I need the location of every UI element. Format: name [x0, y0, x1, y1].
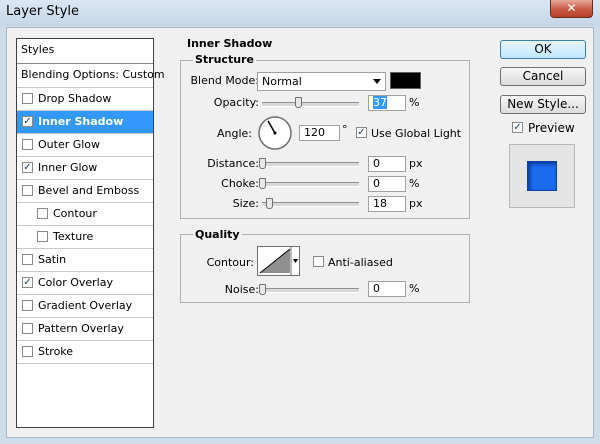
noise-label: Noise:: [224, 283, 259, 296]
blending-options-item[interactable]: Blending Options: Custom: [17, 64, 165, 88]
style-item-label: Inner Glow: [38, 161, 98, 174]
style-item-drop-shadow[interactable]: Drop Shadow: [17, 88, 153, 111]
size-input[interactable]: 18: [368, 196, 406, 212]
close-icon: ✕: [566, 1, 577, 15]
blend-mode-value: Normal: [262, 75, 302, 88]
styles-list: Styles Blending Options: Custom Drop Sha…: [16, 38, 165, 428]
style-item-inner-glow[interactable]: Inner Glow: [17, 157, 153, 180]
shadow-color-swatch[interactable]: [390, 72, 421, 89]
angle-input[interactable]: 120: [299, 125, 340, 141]
style-checkbox-stroke[interactable]: [22, 346, 33, 357]
use-global-light-checkbox[interactable]: [356, 127, 367, 138]
distance-slider-track[interactable]: [262, 162, 359, 167]
distance-input[interactable]: 0: [368, 156, 406, 172]
section-title: Inner Shadow: [187, 37, 273, 50]
style-item-label: Contour: [53, 207, 97, 220]
style-checkbox-pattern-overlay[interactable]: [22, 323, 33, 334]
choke-input[interactable]: 0: [368, 176, 406, 192]
style-item-color-overlay[interactable]: Color Overlay: [17, 272, 153, 295]
styles-list-header[interactable]: Styles: [17, 39, 153, 64]
style-item-label: Stroke: [38, 345, 74, 358]
window-title: Layer Style: [6, 4, 80, 19]
style-item-label: Outer Glow: [38, 138, 101, 151]
distance-label: Distance:: [207, 157, 259, 170]
style-checkbox-gradient-overlay[interactable]: [22, 300, 33, 311]
style-checkbox-contour[interactable]: [37, 208, 48, 219]
distance-unit: px: [409, 157, 423, 170]
choke-slider-track[interactable]: [262, 182, 359, 187]
opacity-label: Opacity:: [213, 96, 259, 109]
noise-input[interactable]: 0: [368, 281, 406, 297]
style-item-texture[interactable]: Texture: [17, 226, 153, 249]
new-style-button[interactable]: New Style...: [500, 95, 586, 114]
style-item-inner-shadow[interactable]: Inner Shadow: [17, 111, 153, 134]
window-frame: [594, 26, 600, 444]
blend-mode-dropdown[interactable]: Normal: [257, 72, 386, 91]
style-item-label: Gradient Overlay: [38, 299, 133, 312]
style-item-bevel-and-emboss[interactable]: Bevel and Emboss: [17, 180, 153, 203]
style-item-gradient-overlay[interactable]: Gradient Overlay: [17, 295, 153, 318]
preview-swatch: [527, 161, 557, 191]
degree-symbol: °: [342, 123, 348, 136]
blend-mode-label: Blend Mode:: [190, 74, 260, 87]
noise-unit: %: [409, 282, 420, 295]
contour-picker[interactable]: [257, 246, 300, 276]
style-checkbox-color-overlay[interactable]: [22, 277, 33, 288]
opacity-slider-track[interactable]: [262, 102, 359, 107]
style-item-outer-glow[interactable]: Outer Glow: [17, 134, 153, 157]
angle-dial[interactable]: [257, 115, 293, 151]
dialog-client: Styles Blending Options: Custom Drop Sha…: [6, 27, 594, 438]
use-global-light-label[interactable]: Use Global Light: [371, 127, 461, 140]
quality-title: Quality: [193, 228, 242, 241]
contour-label: Contour:: [206, 256, 254, 269]
style-item-label: Color Overlay: [38, 276, 113, 289]
close-button[interactable]: ✕: [550, 0, 593, 18]
contour-curve-icon: [259, 247, 298, 275]
style-checkbox-texture[interactable]: [37, 231, 48, 242]
noise-slider-thumb[interactable]: [259, 284, 266, 295]
structure-title: Structure: [193, 53, 256, 66]
style-checkbox-inner-shadow[interactable]: [22, 116, 33, 127]
choke-label: Choke:: [221, 177, 259, 190]
style-item-stroke[interactable]: Stroke: [17, 341, 153, 364]
style-item-label: Drop Shadow: [38, 92, 112, 105]
anti-aliased-label[interactable]: Anti-aliased: [328, 256, 393, 269]
opacity-unit: %: [409, 96, 420, 109]
opacity-slider-thumb[interactable]: [294, 97, 302, 108]
style-item-contour[interactable]: Contour: [17, 203, 153, 226]
style-item-label: Texture: [53, 230, 94, 243]
opacity-input[interactable]: 37: [368, 95, 406, 111]
style-item-label: Bevel and Emboss: [38, 184, 140, 197]
size-label: Size:: [232, 197, 259, 210]
noise-slider-track[interactable]: [262, 288, 359, 293]
style-item-label: Satin: [38, 253, 67, 266]
style-checkbox-outer-glow[interactable]: [22, 139, 33, 150]
size-unit: px: [409, 197, 423, 210]
style-checkbox-satin[interactable]: [22, 254, 33, 265]
chevron-down-icon: [373, 79, 381, 84]
preview-thumbnail: [509, 144, 575, 208]
size-slider-track[interactable]: [262, 202, 359, 207]
style-item-pattern-overlay[interactable]: Pattern Overlay: [17, 318, 153, 341]
style-item-satin[interactable]: Satin: [17, 249, 153, 272]
cancel-button[interactable]: Cancel: [500, 67, 586, 86]
anti-aliased-checkbox[interactable]: [313, 256, 324, 267]
title-bar: Layer Style ✕: [0, 0, 600, 26]
choke-unit: %: [409, 177, 420, 190]
style-checkbox-drop-shadow[interactable]: [22, 93, 33, 104]
ok-button[interactable]: OK: [500, 40, 586, 59]
angle-label: Angle:: [216, 127, 252, 140]
preview-label[interactable]: Preview: [528, 121, 575, 135]
style-checkbox-bevel-and-emboss[interactable]: [22, 185, 33, 196]
size-slider-thumb[interactable]: [265, 198, 273, 209]
choke-slider-thumb[interactable]: [259, 178, 266, 189]
style-item-label: Pattern Overlay: [38, 322, 124, 335]
style-item-label: Inner Shadow: [38, 115, 124, 128]
distance-slider-thumb[interactable]: [259, 158, 266, 169]
preview-checkbox[interactable]: [512, 122, 523, 133]
style-checkbox-inner-glow[interactable]: [22, 162, 33, 173]
